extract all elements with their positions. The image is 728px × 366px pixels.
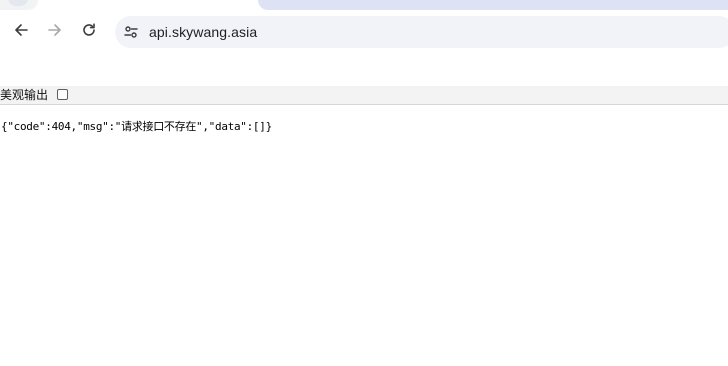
pretty-print-label: 美观输出 <box>0 88 49 102</box>
tab-favicon-icon <box>8 0 28 6</box>
tune-icon <box>124 26 138 38</box>
back-button[interactable] <box>7 16 35 44</box>
address-bar-url[interactable]: api.skywang.asia <box>149 16 257 48</box>
browser-toolbar: api.skywang.asia <box>0 10 728 54</box>
tab-inactive[interactable] <box>0 0 38 10</box>
forward-button[interactable] <box>41 16 69 44</box>
arrow-right-icon <box>48 24 61 36</box>
tab-active[interactable] <box>258 0 728 10</box>
tab-strip <box>0 0 728 10</box>
reload-button[interactable] <box>75 16 103 44</box>
json-response-text: {"code":404,"msg":"请求接口不存在","data":[]} <box>1 120 272 133</box>
address-bar[interactable]: api.skywang.asia <box>115 16 728 48</box>
browser-window: api.skywang.asia 美观输出 {"code":404,"msg":… <box>0 0 728 366</box>
pretty-print-checkbox[interactable] <box>57 89 68 100</box>
site-info-button[interactable] <box>121 22 141 42</box>
arrow-left-icon <box>15 24 28 36</box>
reload-icon <box>83 23 95 36</box>
pretty-print-bar: 美观输出 <box>0 86 728 105</box>
